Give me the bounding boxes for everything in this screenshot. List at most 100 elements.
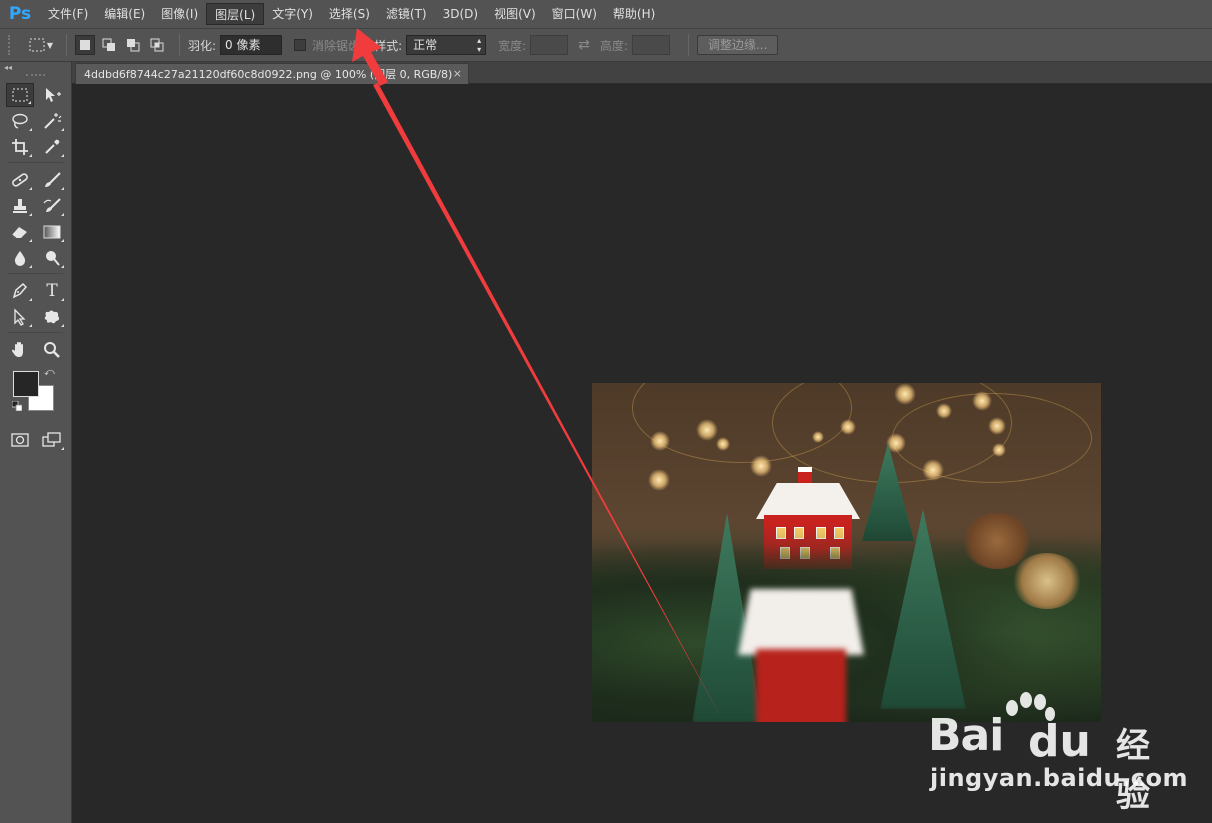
canvas-image[interactable] xyxy=(592,383,1101,722)
watermark-url: jingyan.baidu.com xyxy=(930,764,1188,792)
custom-shape-icon xyxy=(44,310,60,324)
height-label: 高度: xyxy=(599,38,628,53)
tool-preset-picker[interactable]: ▼ xyxy=(24,34,58,56)
subtract-selection-icon xyxy=(127,39,140,52)
dodge-icon xyxy=(46,251,60,266)
add-selection-icon xyxy=(102,38,115,51)
toolbox: ◂◂ T ⤺ xyxy=(0,62,72,823)
height-input[interactable] xyxy=(631,35,670,55)
new-selection-button[interactable] xyxy=(75,35,95,55)
menu-image[interactable]: 图像(I) xyxy=(153,3,206,25)
tool-lasso[interactable] xyxy=(6,109,34,133)
default-colors-icon[interactable] xyxy=(12,401,22,411)
menu-file[interactable]: 文件(F) xyxy=(40,3,96,25)
separator xyxy=(179,34,180,56)
new-selection-icon xyxy=(80,40,90,50)
lasso-icon xyxy=(12,113,28,129)
eraser-icon xyxy=(11,227,27,239)
menu-edit[interactable]: 编辑(E) xyxy=(96,3,153,25)
menu-help[interactable]: 帮助(H) xyxy=(605,3,663,25)
tool-magic-wand[interactable] xyxy=(38,109,66,133)
width-label: 宽度: xyxy=(498,38,527,53)
tool-quick-mask[interactable] xyxy=(6,428,34,452)
menu-window[interactable]: 窗口(W) xyxy=(544,3,605,25)
options-grip[interactable] xyxy=(8,35,14,55)
eyedropper-icon xyxy=(45,139,60,154)
antialias-checkbox[interactable] xyxy=(294,39,307,51)
gradient-icon xyxy=(43,225,61,239)
move-icon xyxy=(46,88,61,102)
tool-dodge[interactable] xyxy=(38,246,66,270)
menu-filter[interactable]: 滤镜(T) xyxy=(378,3,435,25)
tool-eyedropper[interactable] xyxy=(38,135,66,159)
width-input[interactable] xyxy=(530,35,569,55)
menu-3d[interactable]: 3D(D) xyxy=(435,3,486,25)
style-select[interactable]: 正常 ▴ ▾ xyxy=(406,35,487,55)
tool-screen-mode[interactable] xyxy=(38,428,66,452)
feather-input[interactable]: 0 像素 xyxy=(220,35,283,55)
tool-crop[interactable] xyxy=(6,135,34,159)
document-tab-bar: 4ddbd6f8744c27a21120df60c8d0922.png @ 10… xyxy=(72,62,1212,84)
menu-bar: Ps 文件(F) 编辑(E) 图像(I) 图层(L) 文字(Y) 选择(S) 滤… xyxy=(0,0,1212,28)
ps-logo: Ps xyxy=(8,4,32,24)
tool-healing-brush[interactable] xyxy=(6,168,34,192)
rectangular-marquee-icon xyxy=(29,38,45,52)
close-icon[interactable]: × xyxy=(453,67,462,80)
tool-zoom[interactable] xyxy=(38,338,66,362)
subtract-from-selection-button[interactable] xyxy=(123,35,143,55)
intersect-selection-button[interactable] xyxy=(147,35,167,55)
tool-hand[interactable] xyxy=(6,338,34,362)
zoom-icon xyxy=(44,342,60,358)
path-selection-icon xyxy=(14,308,26,326)
swap-colors-icon[interactable]: ⤺ xyxy=(44,367,55,378)
tool-custom-shape[interactable] xyxy=(38,305,66,329)
add-to-selection-button[interactable] xyxy=(99,35,119,55)
screen-mode-icon xyxy=(42,432,61,447)
svg-text:du: du xyxy=(1028,716,1091,766)
tool-history-brush[interactable] xyxy=(38,194,66,218)
foreground-color-swatch[interactable] xyxy=(13,371,39,397)
separator xyxy=(66,34,67,56)
hand-icon xyxy=(12,342,23,357)
tool-rectangular-marquee[interactable] xyxy=(6,83,34,107)
tool-clone-stamp[interactable] xyxy=(6,194,34,218)
swap-dimensions-icon[interactable]: ⇄ xyxy=(578,37,590,53)
clone-stamp-icon xyxy=(13,199,27,213)
menu-layer[interactable]: 图层(L) xyxy=(206,3,265,25)
menu-select[interactable]: 选择(S) xyxy=(321,3,378,25)
document-title: 4ddbd6f8744c27a21120df60c8d0922.png @ 10… xyxy=(84,68,453,81)
antialias-label: 消除锯齿 xyxy=(312,38,361,53)
tool-gradient[interactable] xyxy=(38,220,66,244)
menu-view[interactable]: 视图(V) xyxy=(486,3,544,25)
updown-icon: ▴ ▾ xyxy=(477,36,482,54)
type-icon: T xyxy=(46,281,58,301)
document-tab[interactable]: 4ddbd6f8744c27a21120df60c8d0922.png @ 10… xyxy=(75,63,469,84)
rectangular-marquee-icon xyxy=(12,88,28,102)
color-swatches: ⤺ xyxy=(0,363,71,427)
healing-brush-icon xyxy=(12,173,28,187)
menu-type[interactable]: 文字(Y) xyxy=(264,3,321,25)
toolbox-grip[interactable] xyxy=(26,74,45,82)
tool-eraser[interactable] xyxy=(6,220,34,244)
chevron-down-icon: ▼ xyxy=(46,40,54,50)
tool-path-selection[interactable] xyxy=(6,305,34,329)
history-brush-icon xyxy=(43,198,61,212)
tool-blur[interactable] xyxy=(6,246,34,270)
tool-move[interactable] xyxy=(38,83,66,107)
feather-label: 羽化: xyxy=(188,38,217,53)
separator xyxy=(687,34,689,56)
refine-edge-button[interactable]: 调整边缘... xyxy=(696,35,779,55)
collapse-toolbox-icon[interactable]: ◂◂ xyxy=(0,62,71,74)
brush-icon xyxy=(45,172,61,187)
options-bar: ▼ 羽化: 0 像素 消除锯齿 样式: 正常 ▴ ▾ 宽度: ⇄ 高度: 调整边缘… xyxy=(0,28,1212,62)
photoshop-window: Ps 文件(F) 编辑(E) 图像(I) 图层(L) 文字(Y) 选择(S) 滤… xyxy=(0,0,1212,823)
pen-icon xyxy=(12,282,28,299)
tool-pen[interactable] xyxy=(6,279,34,303)
quick-mask-icon xyxy=(11,433,29,447)
tool-brush[interactable] xyxy=(38,168,66,192)
intersect-selection-icon xyxy=(150,38,164,52)
crop-icon xyxy=(12,139,28,155)
style-value: 正常 xyxy=(413,38,438,52)
tool-type[interactable]: T xyxy=(38,279,66,303)
style-label: 样式: xyxy=(374,38,403,53)
